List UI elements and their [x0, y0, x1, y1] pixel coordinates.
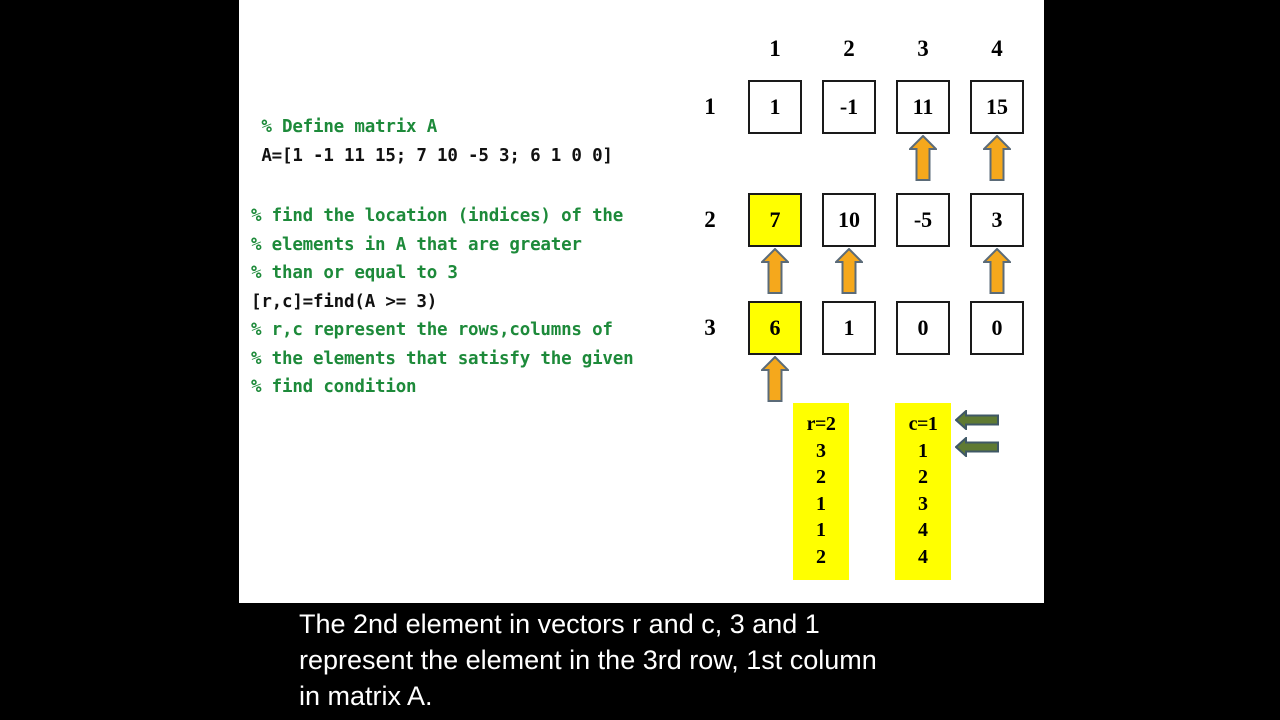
caption: The 2nd element in vectors r and c, 3 an…	[299, 606, 1059, 714]
up-arrow-icon-r2-c4	[981, 247, 1013, 294]
up-arrow-icon-r3-c1	[759, 355, 791, 402]
matrix-column-header-4: 4	[991, 36, 1003, 61]
code-command-line: [r,c]=find(A >= 3)	[251, 291, 438, 312]
vector-r-label: r=2	[806, 413, 836, 435]
vector-c-item-2: 1	[918, 439, 928, 462]
matrix-cell-r3-c4: 0	[970, 301, 1024, 355]
matrix-cell-r3-c3: 0	[896, 301, 950, 355]
vector-c-item-5: 4	[918, 519, 928, 541]
code-comment-line: % Define matrix A	[251, 117, 438, 137]
code-comment-line: % find the location (indices) of the	[251, 206, 624, 226]
matrix-row-header-1: 1	[704, 94, 716, 119]
matrix-cell-r1-c3: 11	[896, 80, 950, 134]
up-arrow-icon-r2-c2	[833, 247, 865, 294]
code-command-line: A=[1 -1 11 15; 7 10 -5 3; 6 1 0 0]	[251, 145, 613, 166]
slide-panel: % Define matrix A A=[1 -1 11 15; 7 10 -5…	[239, 0, 1044, 603]
vector-c-item-6: 4	[918, 545, 928, 568]
matrix-cell-r1-c1: 1	[748, 80, 802, 134]
code-comment-line: % find condition	[251, 377, 417, 397]
left-arrow-icon-2	[954, 435, 999, 459]
code-comment-line: % than or equal to 3	[251, 263, 458, 283]
matrix-column-header-2: 2	[843, 36, 855, 61]
caption-line-3: in matrix A.	[299, 681, 433, 711]
matrix-cell-r2-c2: 10	[822, 193, 876, 247]
matlab-code-block: % Define matrix A A=[1 -1 11 15; 7 10 -5…	[251, 113, 711, 402]
vector-r-item-4: 1	[816, 492, 826, 515]
vector-r-item-3: 2	[816, 466, 826, 488]
up-arrow-icon-r1-c3	[907, 134, 939, 181]
vector-r-item-6: 2	[816, 545, 826, 568]
up-arrow-icon-r2-c1	[759, 247, 791, 294]
matrix-visualization: 1 2 3 4 1 2 3 1 -1 11 15 7 10 -5 3 6 1 0 0	[699, 36, 1029, 402]
vector-r-item-5: 1	[816, 519, 826, 541]
left-arrow-icon-1	[954, 408, 999, 432]
matrix-cell-r1-c4: 15	[970, 80, 1024, 134]
code-comment-line: % elements in A that are greater	[251, 234, 582, 255]
matrix-column-header-1: 1	[769, 36, 781, 61]
matrix-cell-r2-c1: 7	[748, 193, 802, 247]
matrix-cell-r2-c4: 3	[970, 193, 1024, 247]
vector-c-label: c=1	[908, 413, 938, 435]
matrix-cell-r3-c1: 6	[748, 301, 802, 355]
vector-r-item-2: 3	[816, 439, 826, 462]
slide-stage: % Define matrix A A=[1 -1 11 15; 7 10 -5…	[0, 0, 1280, 720]
vector-r-box: r=2 3 2 1 1 2	[793, 403, 849, 580]
code-comment-line: % the elements that satisfy the given	[251, 348, 634, 369]
caption-line-1: The 2nd element in vectors r and c, 3 an…	[299, 609, 820, 639]
code-comment-line: % r,c represent the rows,columns of	[251, 320, 613, 340]
matrix-cell-r2-c3: -5	[896, 193, 950, 247]
vector-c-item-3: 2	[918, 466, 928, 488]
matrix-cell-r1-c2: -1	[822, 80, 876, 134]
matrix-row-header-3: 3	[704, 315, 716, 340]
up-arrow-icon-r1-c4	[981, 134, 1013, 181]
vector-c-item-4: 3	[918, 492, 928, 515]
matrix-cell-r3-c2: 1	[822, 301, 876, 355]
matrix-row-header-2: 2	[704, 207, 716, 232]
vector-c-box: c=1 1 2 3 4 4	[895, 403, 951, 580]
caption-line-2: represent the element in the 3rd row, 1s…	[299, 645, 877, 675]
matrix-column-header-3: 3	[917, 36, 929, 61]
